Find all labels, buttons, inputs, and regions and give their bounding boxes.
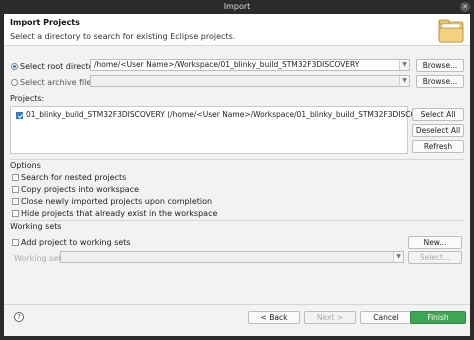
window-title: Import bbox=[223, 2, 251, 11]
root-directory-value: /home/<User Name>/Workspace/01_blinky_bu… bbox=[94, 60, 360, 69]
chevron-down-icon[interactable]: ▼ bbox=[393, 252, 403, 262]
cancel-button[interactable]: Cancel bbox=[360, 311, 412, 324]
browse-archive-button[interactable]: Browse... bbox=[416, 75, 464, 88]
nested-projects-label: Search for nested projects bbox=[21, 173, 127, 182]
add-working-sets-label: Add project to working sets bbox=[21, 238, 131, 247]
page-title: Import Projects bbox=[10, 18, 80, 27]
working-sets-combo[interactable]: ▼ bbox=[60, 251, 404, 263]
close-icon[interactable]: ✕ bbox=[460, 2, 470, 12]
finish-button[interactable]: Finish bbox=[410, 311, 466, 324]
next-button[interactable]: Next > bbox=[304, 311, 356, 324]
archive-file-radio[interactable] bbox=[11, 79, 18, 86]
copy-projects-checkbox[interactable] bbox=[12, 186, 19, 193]
chevron-down-icon[interactable]: ▼ bbox=[399, 60, 409, 70]
close-imported-label: Close newly imported projects upon compl… bbox=[21, 197, 213, 206]
archive-file-label: Select archive file: bbox=[20, 78, 95, 87]
projects-list[interactable]: 01_blinky_build_STM32F3DISCOVERY (/home/… bbox=[10, 106, 438, 154]
help-icon[interactable]: ? bbox=[14, 312, 24, 322]
refresh-button[interactable]: Refresh bbox=[412, 140, 464, 153]
hide-existing-checkbox[interactable] bbox=[12, 210, 19, 217]
page-subtitle: Select a directory to search for existin… bbox=[10, 32, 236, 41]
title-bar: Import ✕ bbox=[0, 0, 474, 14]
select-working-sets-button[interactable]: Select... bbox=[408, 251, 462, 264]
working-sets-separator bbox=[10, 220, 464, 221]
close-imported-checkbox[interactable] bbox=[12, 198, 19, 205]
root-directory-combo[interactable]: /home/<User Name>/Workspace/01_blinky_bu… bbox=[90, 59, 410, 71]
folder-icon bbox=[438, 19, 464, 43]
list-item[interactable]: 01_blinky_build_STM32F3DISCOVERY (/home/… bbox=[26, 110, 438, 119]
projects-label: Projects: bbox=[10, 94, 45, 103]
new-working-set-button[interactable]: New... bbox=[408, 236, 462, 249]
archive-file-combo[interactable]: ▼ bbox=[90, 75, 410, 87]
back-button[interactable]: < Back bbox=[248, 311, 300, 324]
working-sets-label: Working sets bbox=[10, 222, 62, 231]
dialog-content: Import Projects Select a directory to se… bbox=[4, 14, 470, 336]
browse-directory-button[interactable]: Browse... bbox=[416, 59, 464, 72]
root-directory-radio[interactable] bbox=[11, 63, 18, 70]
footer-separator bbox=[4, 304, 470, 305]
nested-projects-checkbox[interactable] bbox=[12, 174, 19, 181]
project-checkbox[interactable] bbox=[16, 112, 23, 119]
import-dialog: Import ✕ Import Projects Select a direct… bbox=[0, 0, 474, 340]
select-all-button[interactable]: Select All bbox=[412, 108, 464, 121]
add-working-sets-checkbox[interactable] bbox=[12, 239, 19, 246]
options-label: Options bbox=[10, 161, 41, 170]
dialog-header: Import Projects Select a directory to se… bbox=[4, 14, 470, 46]
hide-existing-label: Hide projects that already exist in the … bbox=[21, 209, 218, 218]
deselect-all-button[interactable]: Deselect All bbox=[412, 124, 464, 137]
options-separator bbox=[10, 159, 464, 160]
copy-projects-label: Copy projects into workspace bbox=[21, 185, 140, 194]
chevron-down-icon[interactable]: ▼ bbox=[399, 76, 409, 86]
